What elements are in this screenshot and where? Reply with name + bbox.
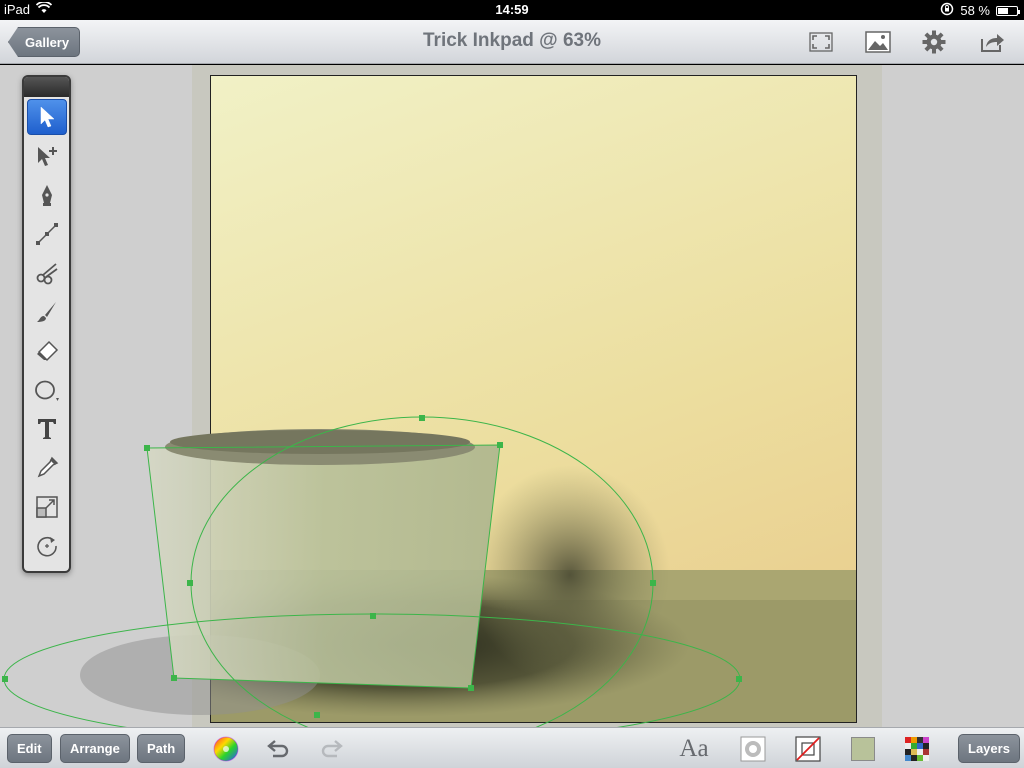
redo-icon[interactable] [317,734,345,763]
arrow-plus-icon [37,147,57,166]
text-tool[interactable] [27,411,67,447]
scissors-icon [36,263,58,285]
cup-shape[interactable] [147,429,500,688]
layers-button[interactable]: Layers [958,734,1020,763]
clock: 14:59 [495,2,529,17]
ellipse-tool[interactable] [27,372,67,408]
nav-bar: Gallery Trick Inkpad @ 63% [0,20,1024,64]
subselect-tool[interactable] [27,138,67,174]
add-anchor-tool[interactable] [27,216,67,252]
font-button[interactable]: Aa [674,734,714,763]
undo-icon[interactable] [265,734,293,763]
arrow-pointer-icon [40,106,55,128]
gear-icon[interactable] [920,28,948,56]
scale-icon [35,496,58,518]
text-t-icon [37,419,56,439]
paintbrush-icon [36,302,56,322]
pen-nib-icon [41,185,52,206]
stroke-color-icon[interactable] [794,734,822,763]
status-right: 58 % [940,2,1020,19]
drawing-canvas[interactable] [0,65,1024,727]
orientation-lock-icon [940,2,954,19]
eyedropper-icon [37,456,58,478]
status-bar: iPad 14:59 58 % [0,0,1024,20]
ellipse-icon [34,380,59,401]
stroke-style-icon[interactable] [739,734,767,763]
bottom-toolbar: Edit Arrange Path Aa Layers [0,727,1024,768]
toolbox-header [24,77,69,97]
rotate-tool[interactable] [27,528,67,564]
share-icon[interactable] [979,28,1007,56]
fullscreen-icon[interactable] [807,28,835,56]
image-icon[interactable] [864,28,892,56]
fill-color-swatch[interactable] [849,734,877,763]
edit-button[interactable]: Edit [7,734,52,763]
battery-icon [996,5,1020,16]
scissors-tool[interactable] [27,255,67,291]
battery-percent: 58 % [960,3,990,18]
rotate-icon [36,536,57,557]
fill-color-icon [851,736,875,761]
select-tool[interactable] [26,99,67,135]
path-button[interactable]: Path [137,734,186,763]
eraser-icon [36,340,58,362]
color-wheel-icon[interactable] [212,734,240,763]
arrange-button[interactable]: Arrange [60,734,130,763]
scale-tool[interactable] [27,489,67,525]
brush-tool[interactable] [27,294,67,330]
eraser-tool[interactable] [27,333,67,369]
eyedropper-tool[interactable] [27,450,67,486]
swatches-icon[interactable] [903,734,931,763]
canvas-workspace[interactable] [0,65,1024,727]
path-nodes-icon [35,223,58,245]
toolbox [22,75,71,573]
pen-tool[interactable] [27,177,67,213]
